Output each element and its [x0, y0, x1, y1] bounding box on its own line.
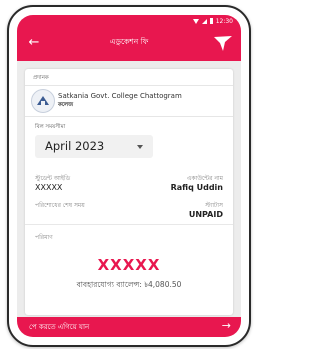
signal-icon — [201, 18, 207, 24]
institution-name: Satkania Govt. College Chattogram — [58, 92, 182, 100]
chevron-down-icon — [137, 145, 143, 149]
institution-row[interactable]: Satkania Govt. College Chattogram কলেজ — [25, 85, 233, 117]
battery-icon — [209, 18, 213, 24]
page-title: এডুকেশন ফি — [109, 37, 149, 46]
status-bar: 12:30 — [17, 15, 241, 27]
wifi-icon — [192, 18, 199, 24]
app-bar: ← এডুকেশন ফি — [17, 27, 241, 61]
amount-value: XXXXX — [97, 256, 161, 274]
proceed-label: পে করতে এগিয়ে যান — [29, 323, 90, 331]
available-balance: বাবহারযোগ্য ব্যালেন্স: ৳4,080.50 — [76, 280, 182, 289]
app-screen: 12:30 ← এডুকেশন ফি প্রদানক Satkania Govt — [17, 15, 241, 337]
bird-logo-icon — [214, 36, 232, 51]
status-badge: UNPAID — [188, 210, 223, 219]
arrow-right-icon: → — [221, 319, 231, 332]
proceed-to-pay-button[interactable]: পে করতে এগিয়ে যান → — [17, 317, 241, 337]
back-button[interactable]: ← — [25, 34, 43, 52]
phone-frame: 12:30 ← এডুকেশন ফি প্রদানক Satkania Govt — [7, 5, 251, 347]
amount-label: পরিমাণ — [35, 234, 53, 241]
divider — [25, 224, 233, 225]
status-time: 12:30 — [215, 17, 233, 25]
college-seal-icon — [31, 89, 55, 113]
payment-card: প্রদানক Satkania Govt. College Chattogra… — [25, 69, 233, 315]
month-dropdown[interactable]: April 2023 — [35, 135, 153, 158]
account-name-value: Rafiq Uddin — [170, 183, 223, 192]
institution-section-label: প্রদানক — [33, 75, 49, 81]
arrow-left-icon: ← — [28, 35, 40, 50]
month-label: বিল সময়সীমা — [35, 124, 66, 130]
month-value: April 2023 — [45, 139, 105, 153]
student-id-value: XXXXX — [35, 183, 63, 192]
institution-type: কলেজ — [58, 102, 74, 108]
deadline-label: পরিশোধের শেষ সময় — [35, 202, 85, 209]
